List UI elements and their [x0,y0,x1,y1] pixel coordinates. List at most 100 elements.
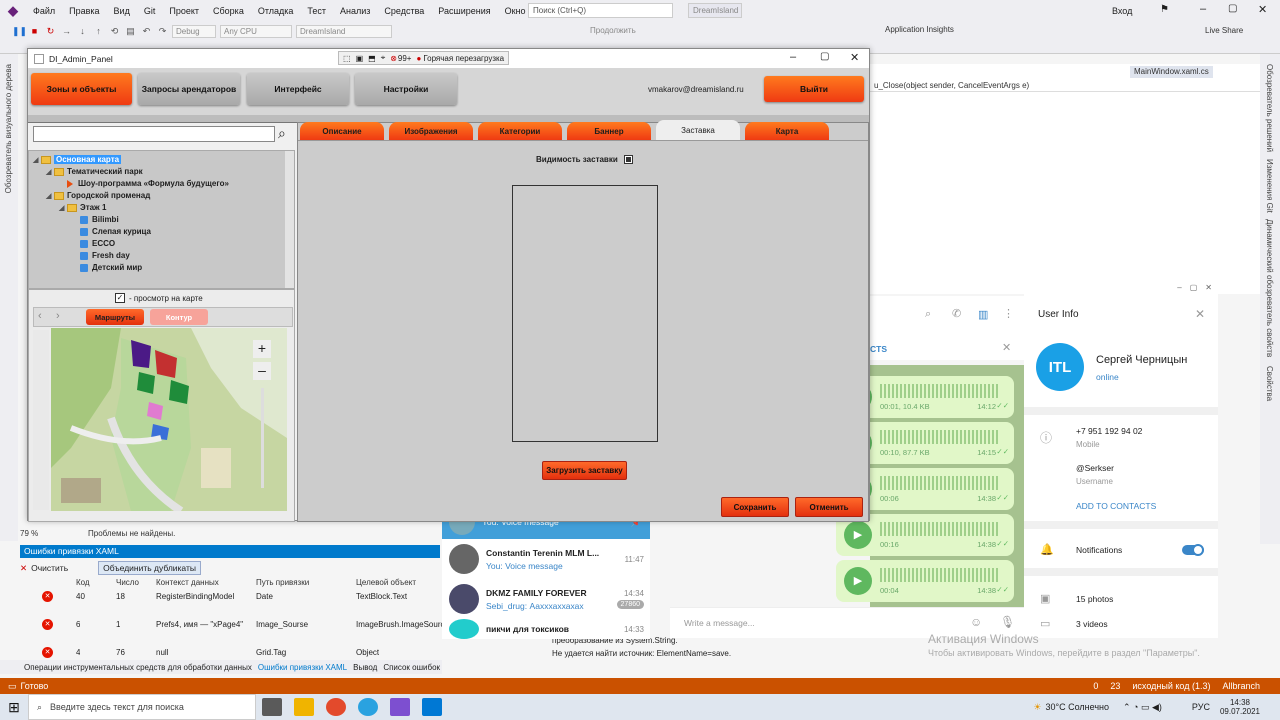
table-row[interactable]: ✕ 4 76 null Grid.Tag Object [20,647,440,661]
nav-settings-button[interactable]: Настройки [355,73,457,105]
member-dropdown[interactable]: u_Close(object sender, CancelEventArgs e… [870,80,1260,92]
zoom-slider[interactable] [261,388,264,488]
clock[interactable]: 14:38 09.07.2021 [1220,698,1260,716]
feedback-icon[interactable]: ⚑ [1160,4,1169,15]
col-code[interactable]: Код [76,578,90,587]
zoom-in-icon[interactable]: + [253,340,271,358]
avatar[interactable]: ITL [1036,343,1084,391]
menu-item[interactable]: Сборка [206,6,251,16]
language[interactable]: РУС [1192,702,1210,712]
tree-item[interactable]: ◢ Тематический парк [46,167,143,176]
chrome-icon[interactable] [326,698,346,716]
menu-item[interactable]: Средства [377,6,431,16]
videos-count[interactable]: 3 videos [1076,619,1108,629]
tree-item[interactable]: Fresh day [72,251,130,260]
expand-icon[interactable]: ◢ [59,204,67,212]
restart-icon[interactable]: ↻ [44,25,57,37]
more-icon[interactable]: ⋮ [1003,307,1014,320]
emoji-icon[interactable]: ☺ [970,615,982,629]
routes-button[interactable]: Маршруты [86,309,144,325]
search-icon[interactable]: ⌕ [278,125,286,142]
tab-2[interactable]: Категории [478,122,562,140]
back-icon[interactable]: ⟲ [108,25,121,37]
menu-item[interactable]: Правка [62,6,106,16]
minimize-icon[interactable]: – [790,51,796,63]
tab-4[interactable]: Заставка [656,120,740,141]
app-insights-button[interactable]: Application Insights [885,25,954,34]
admin-app-icon[interactable] [422,698,442,716]
logout-button[interactable]: Выйти [764,76,864,102]
chat-item-3[interactable]: пикчи для токсиков 14:33 [442,619,650,639]
save-icon[interactable]: ▤ [124,25,137,37]
solution-explorer-tab[interactable]: Обозреватель решений [1265,64,1274,152]
tree-item[interactable]: Шоу-программа «Формула будущего» [59,179,229,188]
tree-item[interactable]: Слепая курица [72,227,151,236]
tray-icons[interactable]: ⌃ ◔ ▭ ◀) [1123,702,1162,713]
mic-icon[interactable]: 🎙 [1000,615,1015,629]
explorer-icon[interactable] [294,698,314,716]
menu-item[interactable]: Тест [300,6,333,16]
nav-requests-button[interactable]: Запросы арендаторов [138,73,240,105]
chat-item-1[interactable]: Constantin Terenin MLM L... You: Voice m… [442,539,650,579]
taskbar-search-input[interactable]: Введите здесь текст для поиска [50,702,184,712]
upload-splash-button[interactable]: Загрузить заставку [542,461,627,480]
tab-1[interactable]: Изображения [389,122,473,140]
layout-icon[interactable]: ▣ [356,54,364,63]
adorner-icon[interactable]: ⬒ [368,54,376,63]
menu-item[interactable]: Git [137,6,163,16]
menu-item[interactable]: Отладка [251,6,301,16]
doc-tab-mainwindow[interactable]: MainWindow.xaml.cs [1130,66,1213,78]
tab-0[interactable]: Описание [300,122,384,140]
track-icon[interactable]: ⌖ [381,53,386,63]
table-row[interactable]: ✕ 40 18 RegisterBindingModel Date TextBlock.T… [20,591,440,605]
pause-icon[interactable]: ❚❚ [12,25,27,37]
save-button[interactable]: Сохранить [721,497,789,517]
tree-item[interactable]: Детский мир [72,263,142,272]
chat-item-2[interactable]: DKMZ FAMILY FOREVER Sebi_drug: Аахххахха… [442,579,650,619]
vs-search-input[interactable]: Поиск (Ctrl+Q) [528,3,673,18]
col-target[interactable]: Целевой объект [356,578,416,587]
zoom-out-icon[interactable]: – [253,362,271,380]
close-icon[interactable]: ✕ [850,51,859,64]
bottom-tab-errors[interactable]: Список ошибок [383,663,440,672]
merge-duplicates-button[interactable]: Объединить дубликаты [98,561,201,575]
maximize-icon[interactable]: ▢ [820,51,829,62]
tree-scrollbar[interactable] [285,151,294,288]
properties-tab[interactable]: Свойства [1265,366,1274,401]
tab-5[interactable]: Карта [745,122,829,140]
minimize-icon[interactable]: – [1177,283,1181,296]
redo-icon[interactable]: ↷ [156,25,169,37]
login-link[interactable]: Вход [1112,6,1132,16]
voice-message[interactable]: ▶ 00:04 14:38 ✓✓ [836,560,1014,602]
platform-select[interactable]: Any CPU [220,24,292,38]
play-icon[interactable]: ▶ [844,567,872,595]
tree-item[interactable]: ◢ Этаж 1 [59,203,106,212]
live-share-button[interactable]: Live Share [1205,26,1243,35]
tree-item[interactable]: ◢ Городской променад [46,191,150,200]
menu-item[interactable]: Проект [162,6,206,16]
back-icon[interactable]: ‹ [38,310,42,322]
git-changes-tab[interactable]: Изменения Git [1265,159,1274,213]
step-into-icon[interactable]: ↓ [76,25,89,37]
bottom-tab-binding[interactable]: Ошибки привязки XAML [258,663,347,672]
play-icon[interactable]: ▶ [844,521,872,549]
step-icon[interactable]: → [60,25,73,37]
expand-icon[interactable]: ◢ [33,156,41,164]
status-branch[interactable]: Allbranch [1222,681,1260,691]
nav-interface-button[interactable]: Интерфейс [247,73,349,105]
hot-reload-label[interactable]: Горячая перезагрузка [423,54,504,63]
add-to-contacts-link[interactable]: ADD TO CONTACTS [1076,501,1156,511]
telegram-icon[interactable] [358,698,378,716]
maximize-icon[interactable]: ▢ [1228,3,1237,14]
close-info-icon[interactable]: ✕ [1195,307,1205,321]
menu-item[interactable]: Файл [26,6,62,16]
tree-item[interactable]: ◢ Основная карта [33,155,122,164]
step-out-icon[interactable]: ↑ [92,25,105,37]
stop-icon[interactable]: ■ [28,25,41,37]
menu-item[interactable]: Анализ [333,6,377,16]
username-value[interactable]: @Serkser [1076,463,1114,473]
menu-item[interactable]: Расширения [431,6,497,16]
map-vscroll[interactable] [33,330,49,510]
start-icon[interactable]: ⊞ [0,699,28,716]
tree-item[interactable]: ECCO [72,239,115,248]
